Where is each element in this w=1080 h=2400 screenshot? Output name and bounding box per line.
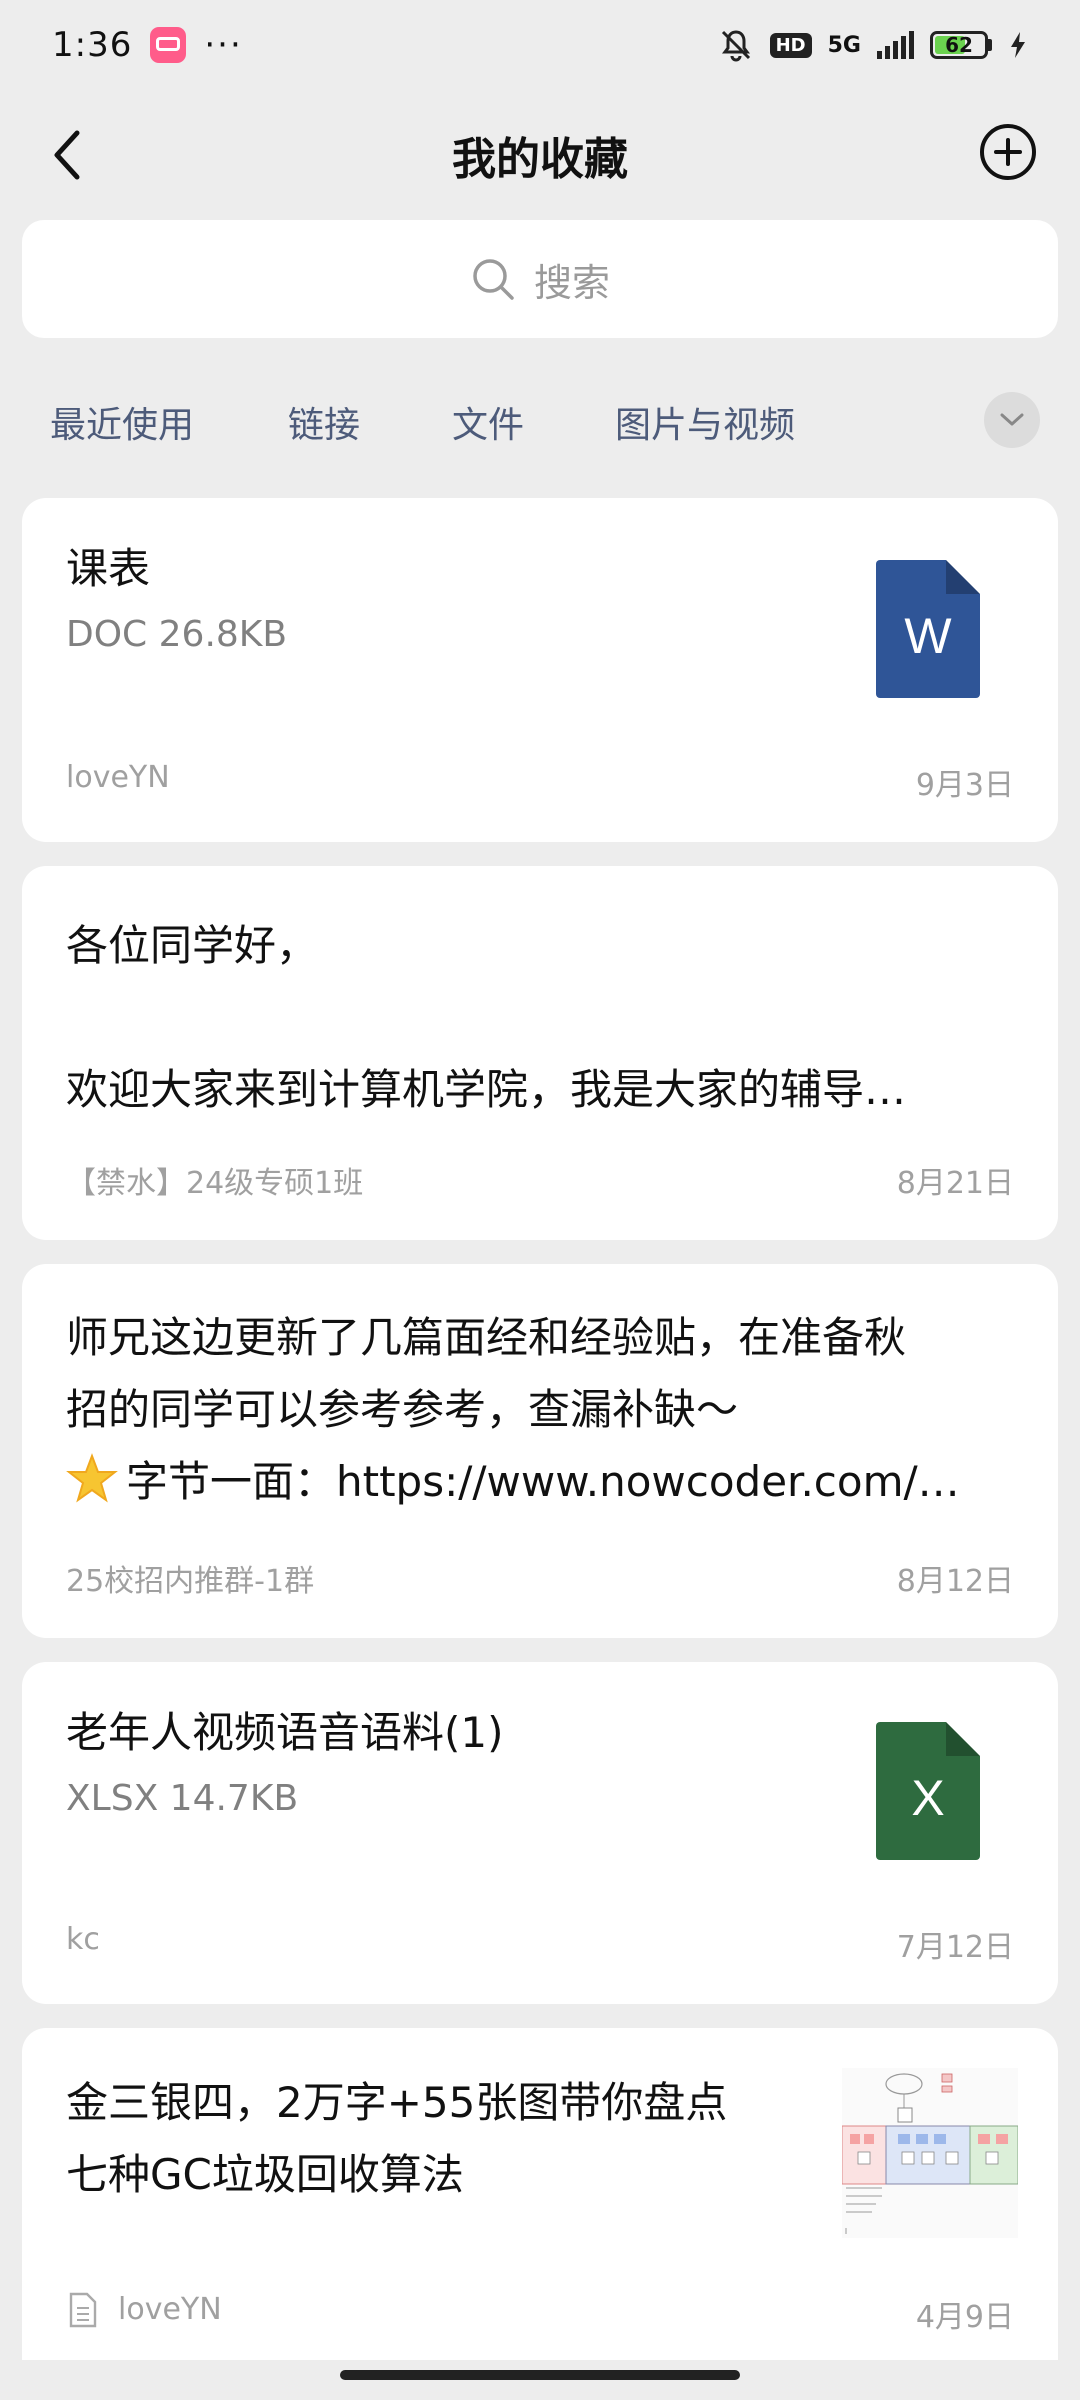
diagram-thumbnail-image [841,2073,1019,2234]
favorite-item-note[interactable]: 各位同学好， 欢迎大家来到计算机学院，我是大家的辅导… 【禁水】24级专硕1班 … [22,866,1058,1240]
tab-links[interactable]: 链接 [288,396,360,448]
item-title: 老年人视频语音语料(1) [66,1708,504,1757]
item-title-line: 金三银四，2万字+55张图带你盘点 [66,2078,728,2127]
nav-bar: 我的收藏 [0,90,1080,220]
status-left: 1:36 ··· [52,25,243,65]
item-text-line: 招的同学可以参考参考，查漏补缺～ [66,1385,739,1434]
file-icon-letter: X [911,1770,945,1826]
home-indicator[interactable] [340,2370,740,2380]
signal-icon [877,31,914,59]
favorite-item-article[interactable]: 金三银四，2万字+55张图带你盘点 七种GC垃圾回收算法 loveYN 4月9日 [22,2028,1058,2360]
mute-bell-icon [721,30,750,62]
item-source: loveYN [118,2292,222,2327]
chevron-down-icon [1000,413,1024,426]
page-title: 我的收藏 [452,134,628,185]
plus-icon [994,138,1022,166]
document-icon [69,2292,97,2328]
app-notification-icon [150,27,187,63]
item-date: 9月3日 [915,768,1014,803]
item-title: 课表 [66,544,151,593]
item-file-info: XLSX 14.7KB [66,1778,299,1819]
battery-icon: 62 [930,31,992,59]
charging-icon [1011,32,1025,58]
status-time: 1:36 [52,25,133,65]
item-text-line: 欢迎大家来到计算机学院，我是大家的辅导… [66,1065,907,1114]
excel-file-icon: X [876,1722,980,1860]
hd-badge: HD [769,32,812,58]
item-date: 8月12日 [896,1564,1014,1599]
star-emoji-icon [66,1452,118,1502]
item-title-line: 七种GC垃圾回收算法 [66,2150,464,2199]
chevron-left-icon [54,130,80,180]
item-text-line-3: 字节一面：https://www.nowcoder.com/… [66,1448,1026,1509]
tab-images-videos[interactable]: 图片与视频 [615,396,795,448]
status-bar: 1:36 ··· HD 5G 62 [0,0,1080,90]
search-placeholder: 搜索 [533,260,610,305]
item-date: 8月21日 [896,1166,1014,1201]
search-input[interactable]: 搜索 [22,220,1058,338]
favorite-item-file[interactable]: 老年人视频语音语料(1) XLSX 14.7KB X kc 7月12日 [22,1662,1058,2004]
item-text-line: 各位同学好， [66,921,319,970]
item-date: 7月12日 [896,1930,1014,1965]
item-text-line: 师兄这边更新了几篇面经和经验贴，在准备秋 [66,1313,907,1362]
tab-recent[interactable]: 最近使用 [50,396,194,448]
category-tabs: 最近使用 链接 文件 图片与视频 [0,360,1080,480]
item-source: kc [66,1922,100,1957]
item-file-info: DOC 26.8KB [66,614,288,655]
item-text-line: 字节一面：https://www.nowcoder.com/… [126,1457,960,1506]
item-source: loveYN [66,760,170,795]
back-button[interactable] [32,120,102,190]
item-source: 25校招内推群-1群 [66,1564,315,1599]
article-thumbnail [841,2068,1019,2238]
status-right: HD 5G 62 [718,27,1028,63]
item-source: 【禁水】24级专硕1班 [66,1166,364,1201]
more-notifications-icon: ··· [204,25,243,65]
item-date: 4月9日 [915,2300,1014,2335]
favorite-item-file[interactable]: 课表 DOC 26.8KB W loveYN 9月3日 [22,498,1058,842]
tab-files[interactable]: 文件 [452,396,524,448]
network-label: 5G [827,32,861,58]
file-icon-letter: W [904,608,952,664]
word-file-icon: W [876,560,980,698]
search-icon [473,259,514,300]
add-button[interactable] [980,124,1036,180]
battery-level: 62 [945,33,973,57]
favorite-item-message[interactable]: 师兄这边更新了几篇面经和经验贴，在准备秋 招的同学可以参考参考，查漏补缺～ 字节… [22,1264,1058,1638]
tabs-expand-button[interactable] [984,392,1040,448]
